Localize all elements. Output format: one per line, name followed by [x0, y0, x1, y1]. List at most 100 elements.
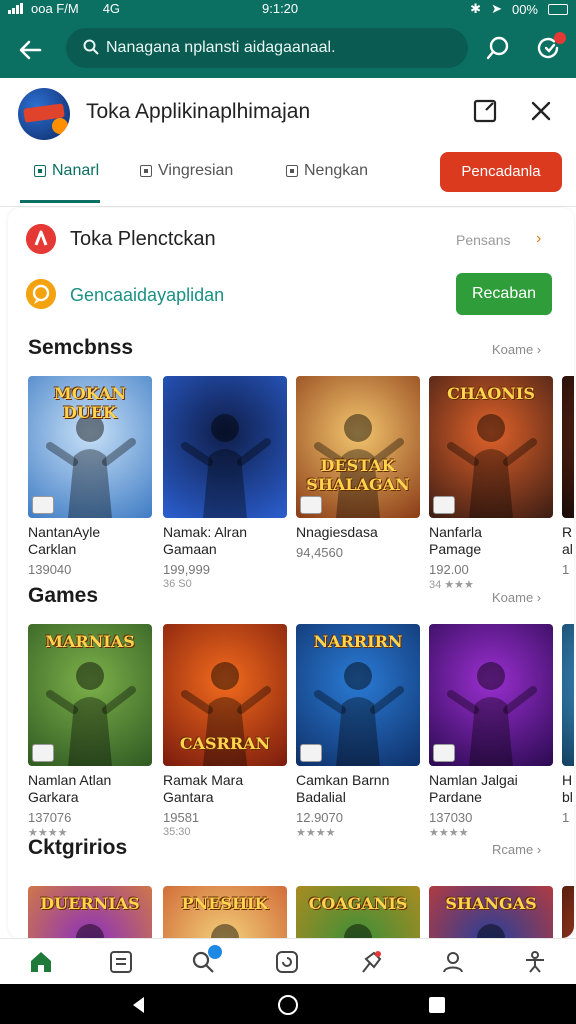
- app-tile[interactable]: NARRIRN Camkan Barnn Badalial 12.9070 ★★★★: [296, 624, 420, 839]
- section-more-link[interactable]: Koame ›: [492, 590, 541, 605]
- app-thumbnail[interactable]: [562, 376, 574, 518]
- cta-button[interactable]: Pencadanla: [440, 152, 562, 192]
- tab-nengkan[interactable]: Nengkan: [286, 162, 368, 180]
- app-thumbnail[interactable]: DESTAK SHALAGAN: [296, 376, 420, 518]
- location-icon: ➤: [491, 1, 502, 16]
- app-price: 139040: [28, 562, 72, 577]
- subscribe-button[interactable]: Recaban: [456, 273, 552, 315]
- accessibility-icon[interactable]: [522, 949, 548, 975]
- thumbnail-title-art: MOKAN DUEK: [54, 384, 126, 422]
- app-thumbnail[interactable]: PNESHIK: [163, 886, 287, 938]
- promo-title: Toka Plenctckan: [70, 228, 216, 250]
- app-tile[interactable]: CHAONIS Nanfarla Pamage 192.00 34 ★★★: [429, 376, 553, 591]
- carrier-text: ooa F/M: [31, 1, 79, 16]
- home-icon[interactable]: [28, 949, 54, 975]
- alert-badge-icon: [26, 224, 56, 254]
- age-rating-badge: [300, 496, 322, 514]
- app-price: 199,999: [163, 562, 210, 577]
- tab-vingresian[interactable]: Vingresian: [140, 162, 233, 180]
- battery-text: 00%: [511, 1, 538, 17]
- app-name: Camkan Barnn: [296, 772, 390, 788]
- signal-icon: [8, 3, 23, 14]
- section-more-link[interactable]: Koame ›: [492, 342, 541, 357]
- app-thumbnail[interactable]: COAGANIS: [296, 886, 420, 938]
- thumbnail-title-art: SHANGAS: [445, 894, 537, 913]
- app-thumbnail[interactable]: SHANGAS: [429, 886, 553, 938]
- back-arrow-icon[interactable]: [14, 34, 46, 66]
- app-tile[interactable]: MARNIAS Namlan Atlan Garkara 137076 ★★★★: [28, 624, 152, 839]
- thumbnail-title-art: PNESHIK: [181, 894, 269, 913]
- app-tile[interactable]: DUERNIAS: [28, 886, 152, 938]
- app-name: Garkara: [28, 789, 79, 805]
- app-name: Namlan Atlan: [28, 772, 112, 788]
- refresh-icon[interactable]: [274, 949, 300, 975]
- app-thumbnail[interactable]: NARRIRN: [296, 624, 420, 766]
- app-header: Toka Applikinaplhimajan Nanarl Vingresia…: [0, 78, 576, 207]
- section-more-link[interactable]: Rcame ›: [492, 842, 541, 857]
- tab-nanarl[interactable]: Nanarl: [34, 162, 99, 180]
- tab-icon: [140, 165, 152, 177]
- hero-figure: [181, 414, 271, 518]
- app-tile[interactable]: Ral 1: [562, 376, 574, 577]
- system-home-icon[interactable]: [277, 994, 299, 1016]
- app-thumbnail[interactable]: [562, 886, 574, 938]
- app-thumbnail[interactable]: [562, 624, 574, 766]
- app-name: al: [562, 541, 573, 557]
- app-thumbnail[interactable]: CHAONIS: [429, 376, 553, 518]
- app-rating: 36 S0: [163, 578, 192, 590]
- section-title: Games: [28, 584, 99, 607]
- app-name: R: [562, 524, 573, 540]
- app-tile[interactable]: SHANGAS: [429, 886, 553, 938]
- app-rating: ★★★★: [296, 827, 336, 839]
- app-tile[interactable]: COAGANIS: [296, 886, 420, 938]
- app-price: 19581: [163, 810, 200, 825]
- app-thumbnail[interactable]: MARNIAS: [28, 624, 152, 766]
- search-input[interactable]: Nanagana nplansti aidagaanaal.: [66, 28, 468, 68]
- app-tile[interactable]: CASRRAN Ramak Mara Gantara 19581 35:30: [163, 624, 287, 838]
- age-rating-badge: [32, 496, 54, 514]
- pin-icon[interactable]: [358, 949, 384, 975]
- tab-label: Vingresian: [158, 162, 234, 179]
- list-icon[interactable]: [108, 949, 134, 975]
- search-button-icon[interactable]: [484, 34, 512, 62]
- close-icon[interactable]: [528, 98, 554, 124]
- app-name: H: [562, 772, 573, 788]
- app-thumbnail[interactable]: [163, 376, 287, 518]
- thumbnail-title-art: NARRIRN: [313, 632, 403, 651]
- status-bar: ooa F/M 4G 9:1:20 ✱ ➤ 00%: [0, 0, 576, 18]
- app-tile[interactable]: PNESHIK: [163, 886, 287, 938]
- app-logo: [18, 88, 70, 140]
- active-tab-indicator: [20, 200, 100, 203]
- search-placeholder: Nanagana nplansti aidagaanaal.: [106, 39, 336, 56]
- app-name: bl: [562, 789, 573, 805]
- section-title: Semcbnss: [28, 336, 134, 359]
- subscribe-title[interactable]: Gencaaidayaplidan: [70, 285, 224, 306]
- app-thumbnail[interactable]: MOKAN DUEK: [28, 376, 152, 518]
- chat-badge-icon: [26, 279, 56, 309]
- promo-row[interactable]: Toka Plenctckan Pensans ›: [8, 222, 574, 262]
- thumbnail-title-art: CASRRAN: [179, 734, 271, 753]
- app-thumbnail[interactable]: DUERNIAS: [28, 886, 152, 938]
- app-tile[interactable]: DESTAK SHALAGAN Nnagiesdasa 94,4560: [296, 376, 420, 560]
- app-price: 94,4560: [296, 545, 343, 560]
- system-recents-icon[interactable]: [426, 994, 448, 1016]
- profile-icon[interactable]: [440, 949, 466, 975]
- open-window-icon[interactable]: [472, 98, 498, 124]
- app-tile[interactable]: Namlan Jalgai Pardane 137030 ★★★★: [429, 624, 553, 839]
- subscribe-row: Gencaaidayaplidan Recaban: [8, 272, 574, 316]
- hero-figure: [562, 624, 574, 766]
- tab-icon: [286, 165, 298, 177]
- app-tile[interactable]: Hbl 1: [562, 624, 574, 825]
- app-thumbnail[interactable]: [429, 624, 553, 766]
- app-name: Ramak Mara: [163, 772, 244, 788]
- app-thumbnail[interactable]: CASRRAN: [163, 624, 287, 766]
- system-back-icon[interactable]: [128, 994, 150, 1016]
- age-rating-badge: [433, 496, 455, 514]
- app-name: Namak: Alran: [163, 524, 248, 540]
- tab-icon: [34, 165, 46, 177]
- search-icon: [83, 39, 99, 55]
- app-tile[interactable]: Namak: Alran Gamaan 199,999 36 S0: [163, 376, 287, 590]
- app-tile[interactable]: [562, 886, 574, 938]
- app-tile[interactable]: MOKAN DUEK NantanAyle Carklan 139040: [28, 376, 152, 577]
- app-name: NantanAyle: [28, 524, 101, 540]
